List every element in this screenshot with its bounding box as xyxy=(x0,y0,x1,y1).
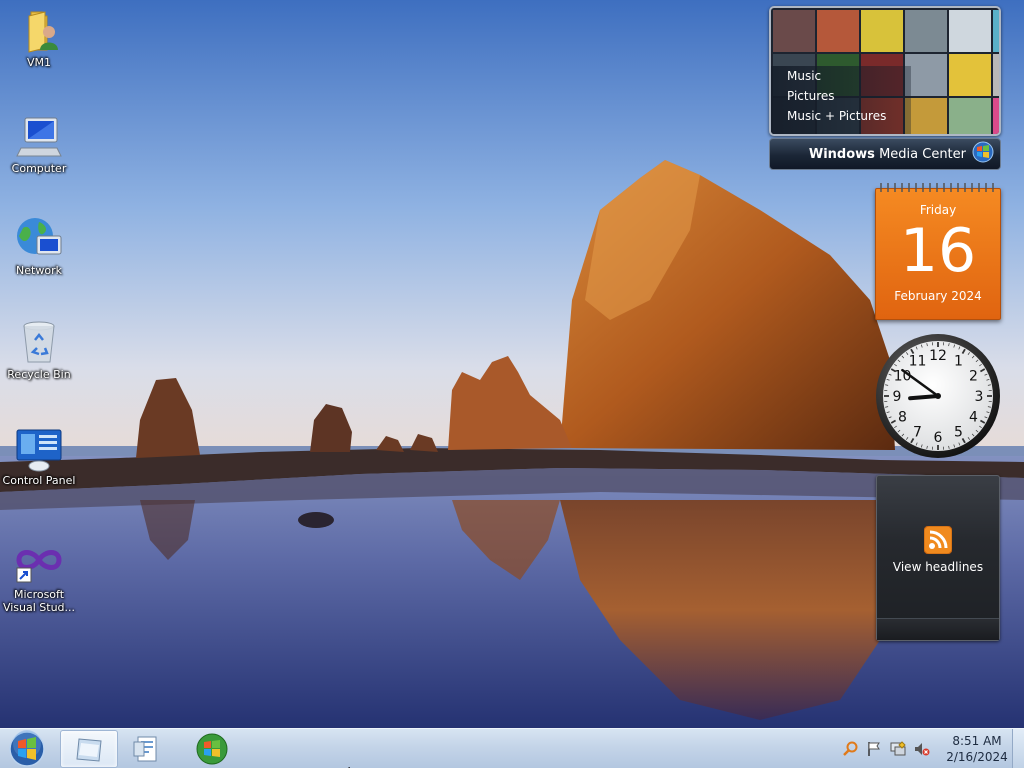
media-tile xyxy=(949,98,991,134)
user-folder-icon xyxy=(15,6,63,54)
media-tile xyxy=(993,10,999,52)
clock-numeral: 4 xyxy=(969,410,978,426)
windows-orb-icon xyxy=(972,141,994,167)
calendar-weekday: Friday xyxy=(919,203,957,217)
clock-numeral: 5 xyxy=(954,425,963,441)
action-center-flag-icon[interactable] xyxy=(866,741,882,757)
desktop-icon-label: VM1 xyxy=(26,56,51,69)
taskbar: 8:51 AM 2/16/2024 xyxy=(0,728,1024,768)
media-center-gadget[interactable]: Music Pictures Music + Pictures Windows … xyxy=(769,6,1001,170)
desktop-icon-vm1[interactable]: VM1 xyxy=(0,6,78,69)
brand-bold-text: Windows xyxy=(808,146,875,162)
feed-headlines-gadget[interactable]: View headlines xyxy=(876,475,1000,641)
computer-icon xyxy=(15,112,63,160)
view-headlines-link[interactable]: View headlines xyxy=(877,560,999,574)
media-center-brand: Windows Media Center xyxy=(809,147,966,162)
visual-studio-icon xyxy=(15,538,63,586)
clock-numeral: 3 xyxy=(975,389,984,405)
search-icon[interactable] xyxy=(842,741,858,757)
media-tile xyxy=(817,10,859,52)
clock-numeral: 1 xyxy=(954,353,963,369)
clock-numeral: 7 xyxy=(913,425,922,441)
media-center-launch-bar[interactable]: Windows Media Center xyxy=(769,138,1001,170)
desktop-icon-visual-studio[interactable]: Microsoft Visual Stud... xyxy=(0,538,78,614)
media-center-tiles[interactable]: Music Pictures Music + Pictures xyxy=(769,6,1001,136)
calendar-rings xyxy=(880,183,994,192)
media-tile xyxy=(905,54,947,96)
desktop-icon-computer[interactable]: Computer xyxy=(0,112,78,175)
desktop-icon-recycle-bin[interactable]: Recycle Bin xyxy=(0,318,78,381)
calendar-month-year: February 2024 xyxy=(894,289,982,303)
clock-numeral: 6 xyxy=(934,430,943,446)
media-tile xyxy=(949,54,991,96)
menu-item-music-pictures[interactable]: Music + Pictures xyxy=(771,106,911,126)
clock-numeral: 9 xyxy=(893,389,902,405)
clock-numeral: 12 xyxy=(929,348,947,364)
desktop-icon-label: Control Panel xyxy=(2,474,76,487)
show-desktop-button[interactable] xyxy=(1012,729,1024,768)
media-tile xyxy=(905,10,947,52)
desktop-icon-label: Microsoft Visual Stud... xyxy=(2,588,76,614)
media-tile xyxy=(861,10,903,52)
clock-numeral: 8 xyxy=(898,410,907,426)
rss-feed-icon xyxy=(923,525,953,555)
calendar-day: 16 xyxy=(899,216,977,286)
start-button[interactable] xyxy=(4,730,50,768)
media-tile xyxy=(905,98,947,134)
taskbar-button-explorer[interactable] xyxy=(60,730,118,768)
calendar-gadget[interactable]: Friday 16 February 2024 xyxy=(875,180,1001,320)
network-icon xyxy=(15,214,63,262)
document-icon xyxy=(133,736,157,762)
desktop-icon-label: Recycle Bin xyxy=(7,368,71,381)
media-center-menu: Music Pictures Music + Pictures xyxy=(771,66,911,134)
feed-footer xyxy=(877,618,999,640)
desktop-icon-network[interactable]: Network xyxy=(0,214,78,277)
explorer-window-icon xyxy=(76,738,102,762)
network-tray-icon[interactable] xyxy=(890,741,906,757)
volume-muted-icon[interactable] xyxy=(914,741,930,757)
media-tile xyxy=(949,10,991,52)
notification-area: 8:51 AM 2/16/2024 xyxy=(838,729,1018,768)
clock-center xyxy=(935,393,941,399)
calendar-page: Friday 16 February 2024 xyxy=(875,188,1001,320)
taskbar-button-document[interactable] xyxy=(118,730,176,768)
desktop-icon-label: Computer xyxy=(11,162,67,175)
taskbar-button-media-center[interactable] xyxy=(183,730,241,768)
clock-hour-hand xyxy=(908,394,940,401)
menu-item-pictures[interactable]: Pictures xyxy=(771,86,911,106)
desktop-icon-label: Network xyxy=(16,264,62,277)
taskbar-time: 8:51 AM xyxy=(952,734,1002,748)
media-tile xyxy=(993,54,999,96)
media-tile xyxy=(773,10,815,52)
media-tile xyxy=(993,98,999,134)
recycle-bin-icon xyxy=(15,318,63,366)
control-panel-icon xyxy=(15,424,63,472)
menu-item-music[interactable]: Music xyxy=(771,66,911,86)
analog-clock-gadget[interactable]: 12 1 2 3 4 5 6 7 8 9 10 11 xyxy=(874,332,1002,460)
clock-numeral: 2 xyxy=(969,369,978,385)
mouse-cursor xyxy=(348,760,358,768)
desktop-icon-control-panel[interactable]: Control Panel xyxy=(0,424,78,487)
windows-media-center-icon xyxy=(196,733,228,765)
brand-rest-text: Media Center xyxy=(879,146,966,162)
taskbar-clock[interactable]: 8:51 AM 2/16/2024 xyxy=(942,733,1012,765)
clock-numeral: 11 xyxy=(909,353,927,369)
taskbar-date: 2/16/2024 xyxy=(946,750,1008,764)
